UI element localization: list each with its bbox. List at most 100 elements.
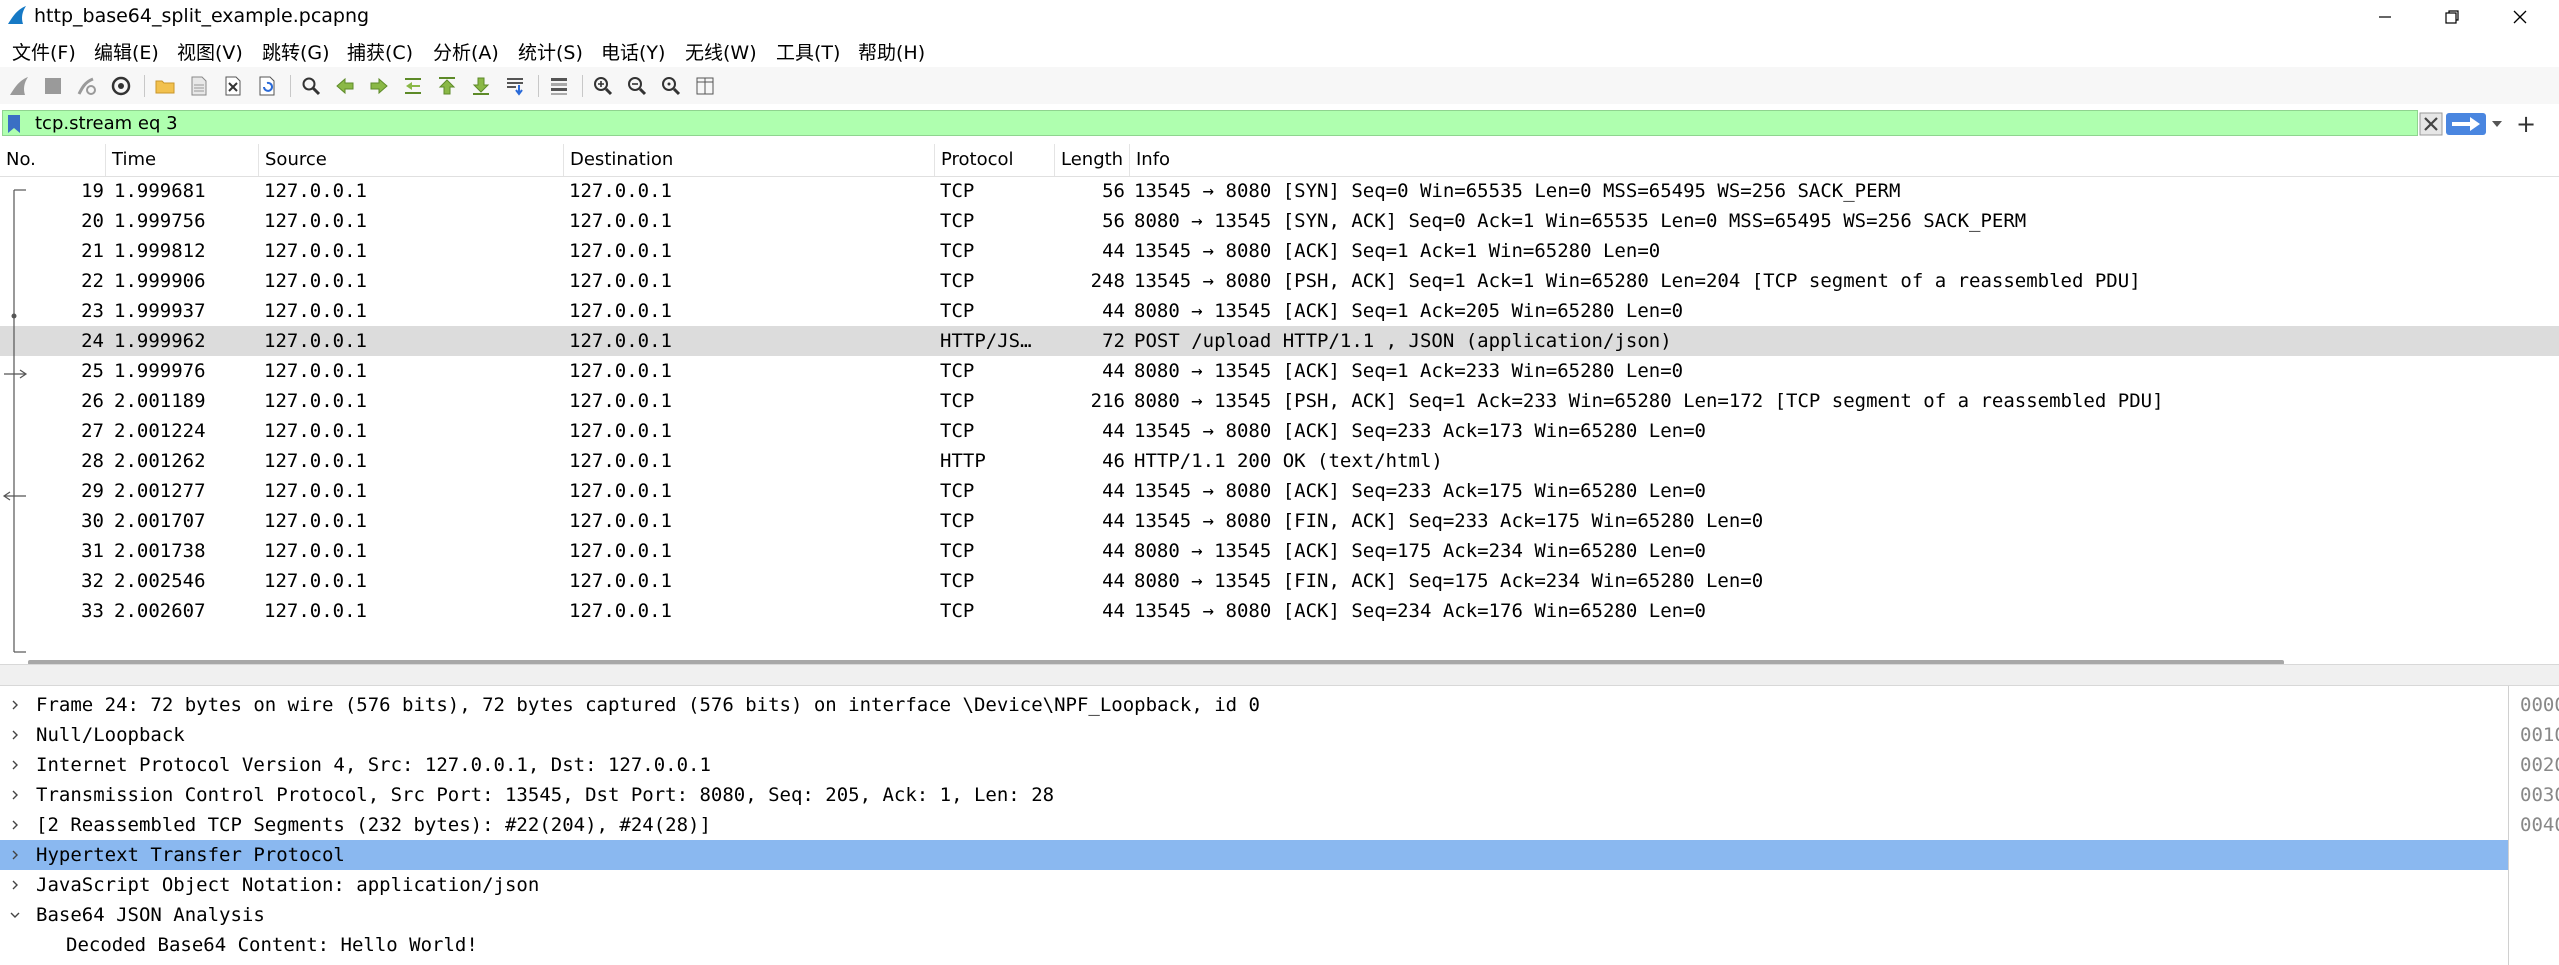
detail-tree-item[interactable]: Hypertext Transfer Protocol [0,840,2508,870]
packet-info: HTTP/1.1 200 OK (text/html) [1134,450,1443,472]
open-file-folder-icon[interactable] [154,75,176,97]
packet-protocol: HTTP [940,450,986,472]
packet-row[interactable]: 31 2.001738 127.0.0.1 127.0.0.1 TCP 44 8080 → … [0,536,2559,566]
column-header-source[interactable]: Source [259,144,564,176]
menu-analyze[interactable]: 分析(A) [433,38,499,65]
menu-capture[interactable]: 捕获(C) [347,38,413,65]
start-capture-fin-icon[interactable] [8,75,30,97]
packet-row[interactable]: 22 1.999906 127.0.0.1 127.0.0.1 TCP 248 13545 … [0,266,2559,296]
go-to-last-packet-icon[interactable] [470,75,492,97]
menu-view[interactable]: 视图(V) [177,38,243,65]
packet-time: 2.001224 [114,420,206,442]
auto-scroll-icon[interactable] [504,75,526,97]
packet-source: 127.0.0.1 [264,210,367,232]
go-to-first-packet-icon[interactable] [436,75,458,97]
save-file-icon[interactable] [188,75,210,97]
hex-offset: 0020 [2520,754,2559,776]
detail-tree-item[interactable]: Internet Protocol Version 4, Src: 127.0.… [0,750,2508,780]
chevron-down-icon[interactable] [8,908,22,922]
menu-go[interactable]: 跳转(G) [262,38,330,65]
chevron-right-icon[interactable] [8,878,22,892]
column-header-destination[interactable]: Destination [564,144,935,176]
filter-bookmark-icon[interactable] [7,114,21,134]
go-forward-arrow-icon[interactable] [368,75,390,97]
close-button[interactable] [2490,0,2550,33]
menu-telephony[interactable]: 电话(Y) [601,38,665,65]
packet-length: 44 [1102,510,1125,532]
menu-statistics[interactable]: 统计(S) [518,38,583,65]
column-header-protocol[interactable]: Protocol [935,144,1055,176]
stop-capture-icon[interactable] [42,75,64,97]
detail-tree-item[interactable]: [2 Reassembled TCP Segments (232 bytes):… [0,810,2508,840]
packet-row[interactable]: 28 2.001262 127.0.0.1 127.0.0.1 HTTP 46 HTTP/1… [0,446,2559,476]
packet-row[interactable]: 19 1.999681 127.0.0.1 127.0.0.1 TCP 56 13545 →… [0,176,2559,206]
detail-tree-item[interactable]: Base64 JSON Analysis [0,900,2508,930]
packet-row[interactable]: 27 2.001224 127.0.0.1 127.0.0.1 TCP 44 13545 →… [0,416,2559,446]
column-header-length[interactable]: Length [1055,144,1130,176]
detail-tree-item[interactable]: JavaScript Object Notation: application/… [0,870,2508,900]
add-filter-button-plus-icon[interactable]: + [2516,110,2536,138]
resize-columns-icon[interactable] [694,75,716,97]
menu-file[interactable]: 文件(F) [12,38,76,65]
detail-tree-item[interactable]: Null/Loopback [0,720,2508,750]
chevron-right-icon[interactable] [8,728,22,742]
chevron-right-icon[interactable] [8,698,22,712]
packet-row[interactable]: 24 1.999962 127.0.0.1 127.0.0.1 HTTP/JS… 72 PO… [0,326,2559,356]
detail-tree-item[interactable]: Decoded Base64 Content: Hello World! [0,930,2508,960]
normal-size-icon[interactable] [660,75,682,97]
capture-options-gear-icon[interactable] [110,75,132,97]
packet-row[interactable]: 23 1.999937 127.0.0.1 127.0.0.1 TCP 44 8080 → … [0,296,2559,326]
zoom-in-icon[interactable] [592,75,614,97]
packet-protocol: TCP [940,210,975,232]
colorize-list-icon[interactable] [548,75,570,97]
packet-row[interactable]: 25 1.999976 127.0.0.1 127.0.0.1 TCP 44 8080 → … [0,356,2559,386]
packet-row[interactable]: 20 1.999756 127.0.0.1 127.0.0.1 TCP 56 8080 → … [0,206,2559,236]
packet-info: 13545 → 8080 [ACK] Seq=233 Ack=175 Win=6… [1134,480,1706,502]
packet-source: 127.0.0.1 [264,270,367,292]
detail-tree-item[interactable]: Transmission Control Protocol, Src Port:… [0,780,2508,810]
packet-protocol: TCP [940,390,975,412]
clear-filter-icon[interactable] [2419,112,2443,136]
detail-tree-item[interactable]: Frame 24: 72 bytes on wire (576 bits), 7… [0,690,2508,720]
packet-destination: 127.0.0.1 [569,450,672,472]
packet-protocol: TCP [940,570,975,592]
packet-row[interactable]: 21 1.999812 127.0.0.1 127.0.0.1 TCP 44 13545 →… [0,236,2559,266]
packet-row[interactable]: 30 2.001707 127.0.0.1 127.0.0.1 TCP 44 13545 →… [0,506,2559,536]
menu-tools[interactable]: 工具(T) [776,38,840,65]
packet-time: 2.002546 [114,570,206,592]
column-header-info[interactable]: Info [1130,144,2559,176]
packet-length: 56 [1102,180,1125,202]
chevron-right-icon[interactable] [8,788,22,802]
restart-capture-icon[interactable] [76,75,98,97]
display-filter-input[interactable] [35,111,2375,135]
menu-wireless[interactable]: 无线(W) [685,38,757,65]
apply-filter-arrow-icon[interactable] [2446,113,2486,135]
hex-offset: 0010 [2520,724,2559,746]
minimize-button[interactable] [2355,0,2415,33]
chevron-right-icon[interactable] [8,848,22,862]
column-header-time[interactable]: Time [106,144,259,176]
menu-edit[interactable]: 编辑(E) [94,38,159,65]
maximize-button[interactable] [2422,0,2482,33]
pane-splitter[interactable] [0,664,2559,686]
packet-info: 8080 → 13545 [PSH, ACK] Seq=1 Ack=233 Wi… [1134,390,2164,412]
toolbar-separator [290,75,291,97]
packet-destination: 127.0.0.1 [569,210,672,232]
filter-history-chevron-down-icon[interactable] [2490,117,2504,131]
chevron-right-icon[interactable] [8,758,22,772]
packet-row[interactable]: 29 2.001277 127.0.0.1 127.0.0.1 TCP 44 13545 →… [0,476,2559,506]
packet-row[interactable]: 33 2.002607 127.0.0.1 127.0.0.1 TCP 44 13545 →… [0,596,2559,626]
packet-row[interactable]: 26 2.001189 127.0.0.1 127.0.0.1 TCP 216 8080 →… [0,386,2559,416]
chevron-right-icon[interactable] [8,818,22,832]
reload-file-icon[interactable] [256,75,278,97]
menu-help[interactable]: 帮助(H) [858,38,925,65]
packet-length: 44 [1102,360,1125,382]
column-header-no[interactable]: No. [0,144,106,176]
zoom-out-icon[interactable] [626,75,648,97]
close-file-icon[interactable] [222,75,244,97]
go-to-packet-icon[interactable] [402,75,424,97]
packet-row[interactable]: 32 2.002546 127.0.0.1 127.0.0.1 TCP 44 8080 → … [0,566,2559,596]
find-packet-magnifier-icon[interactable] [300,75,322,97]
detail-tree-item-label: Hypertext Transfer Protocol [36,844,345,866]
go-back-arrow-icon[interactable] [334,75,356,97]
